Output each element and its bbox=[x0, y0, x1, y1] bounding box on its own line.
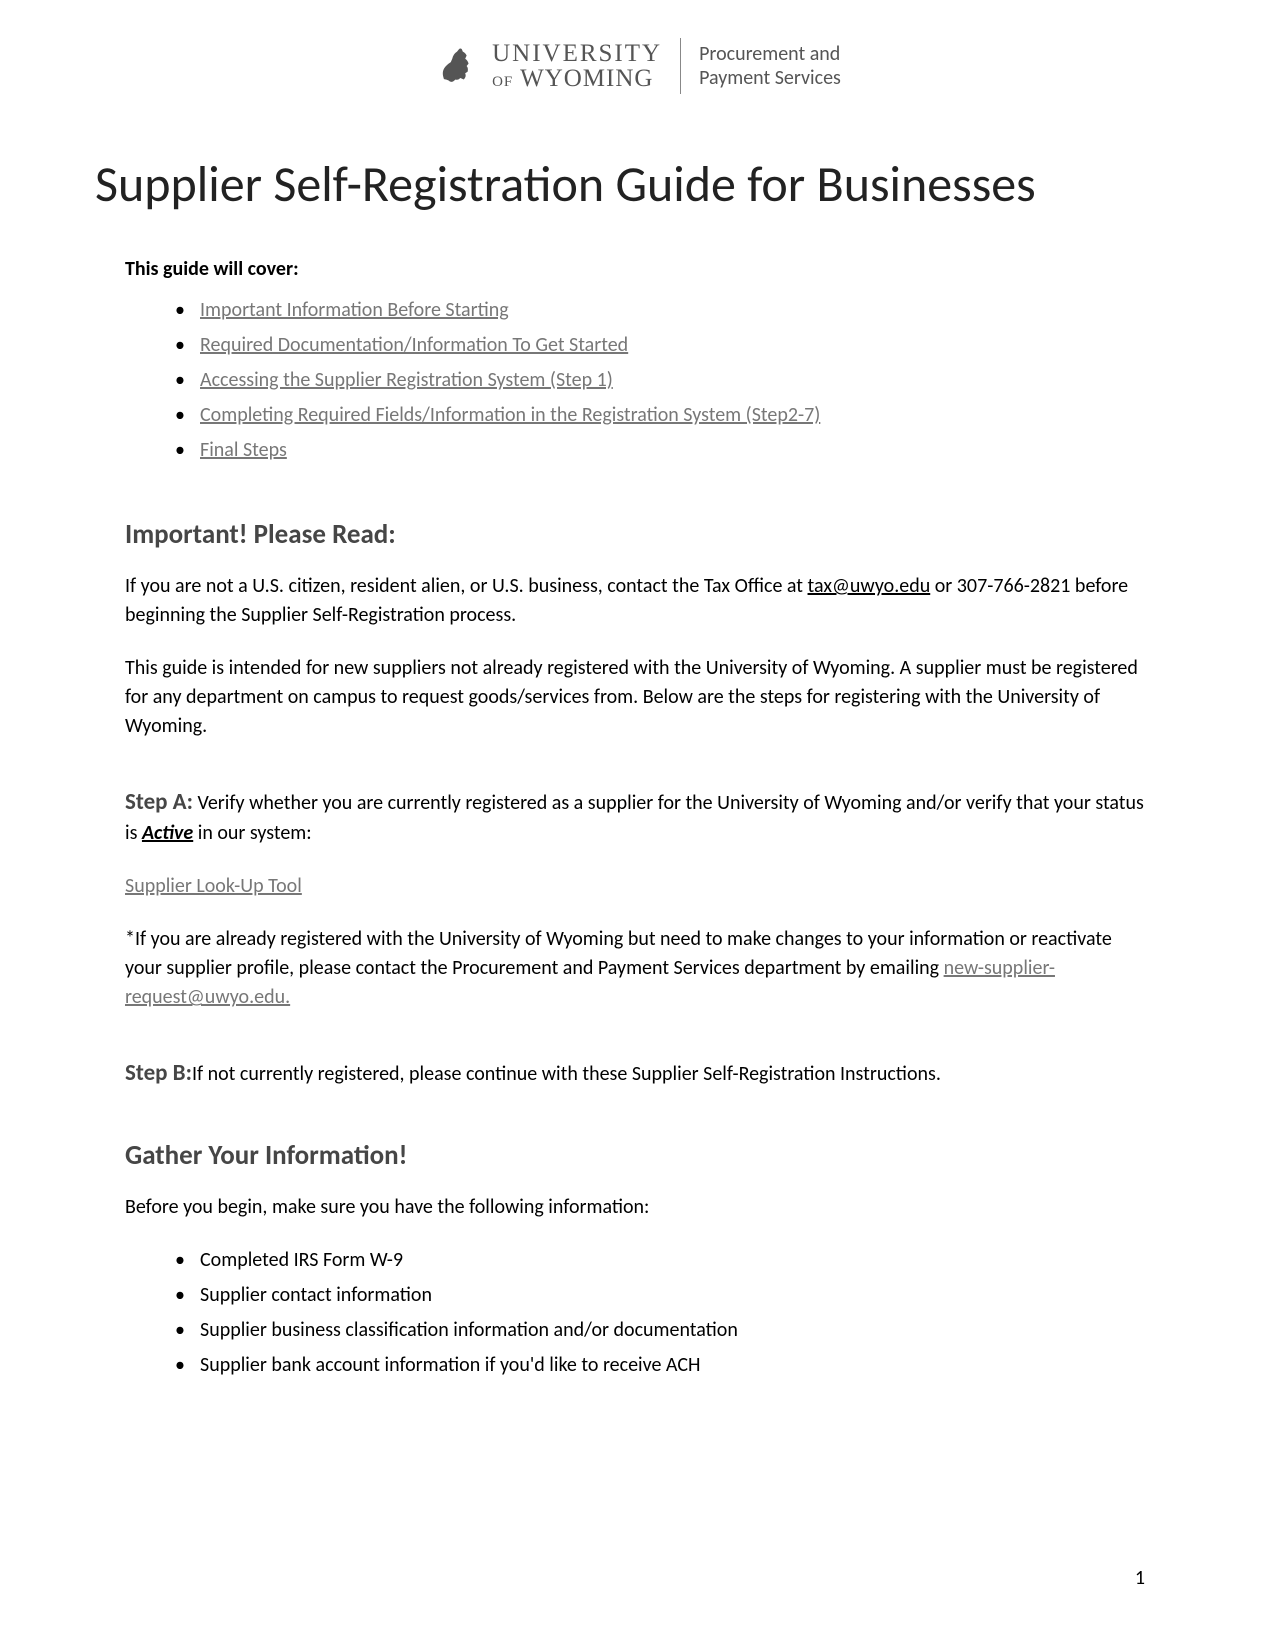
toc-link[interactable]: Important Information Before Starting bbox=[200, 298, 509, 322]
university-name-bottom: OF WYOMING bbox=[492, 66, 662, 91]
toc-link[interactable]: Final Steps bbox=[200, 438, 287, 462]
step-a-note: *If you are already registered with the … bbox=[125, 925, 1150, 1012]
bucking-horse-icon bbox=[434, 42, 482, 90]
step-a-paragraph: Step A: Verify whether you are currently… bbox=[125, 786, 1150, 848]
list-item: Completed IRS Form W-9 bbox=[175, 1246, 1150, 1275]
active-emphasis: Active bbox=[142, 821, 193, 845]
table-of-contents: Important Information Before Starting Re… bbox=[175, 296, 1150, 465]
tax-email-link[interactable]: tax@uwyo.edu bbox=[808, 574, 931, 598]
toc-link[interactable]: Completing Required Fields/Information i… bbox=[200, 403, 820, 427]
toc-item: Important Information Before Starting bbox=[175, 296, 1150, 325]
supplier-lookup-link[interactable]: Supplier Look-Up Tool bbox=[125, 874, 302, 898]
toc-item: Completing Required Fields/Information i… bbox=[175, 401, 1150, 430]
page-number: 1 bbox=[1135, 1566, 1145, 1590]
important-paragraph-1: If you are not a U.S. citizen, resident … bbox=[125, 572, 1150, 630]
document-header: UNIVERSITY OF WYOMING Procurement and Pa… bbox=[125, 38, 1150, 94]
cover-label: This guide will cover: bbox=[125, 255, 1150, 284]
toc-item: Required Documentation/Information To Ge… bbox=[175, 331, 1150, 360]
university-logo: UNIVERSITY OF WYOMING bbox=[434, 41, 662, 91]
list-item: Supplier business classification informa… bbox=[175, 1316, 1150, 1345]
gather-info-list: Completed IRS Form W-9 Supplier contact … bbox=[175, 1246, 1150, 1380]
toc-item: Final Steps bbox=[175, 436, 1150, 465]
gather-intro: Before you begin, make sure you have the… bbox=[125, 1193, 1150, 1222]
header-divider bbox=[680, 38, 681, 94]
supplier-lookup-line: Supplier Look-Up Tool bbox=[125, 872, 1150, 901]
toc-link[interactable]: Accessing the Supplier Registration Syst… bbox=[200, 368, 613, 392]
toc-link[interactable]: Required Documentation/Information To Ge… bbox=[200, 333, 628, 357]
important-paragraph-2: This guide is intended for new suppliers… bbox=[125, 654, 1150, 741]
list-item: Supplier bank account information if you… bbox=[175, 1351, 1150, 1380]
department-name: Procurement and Payment Services bbox=[699, 42, 841, 90]
university-name-top: UNIVERSITY bbox=[492, 41, 662, 66]
step-b-label: Step B: bbox=[125, 1059, 192, 1087]
list-item: Supplier contact information bbox=[175, 1281, 1150, 1310]
toc-item: Accessing the Supplier Registration Syst… bbox=[175, 366, 1150, 395]
step-b-paragraph: Step B:If not currently registered, plea… bbox=[125, 1057, 1150, 1090]
page-title: Supplier Self-Registration Guide for Bus… bbox=[95, 154, 1150, 215]
gather-heading: Gather Your Information! bbox=[125, 1136, 1150, 1175]
step-a-label: Step A: bbox=[125, 788, 193, 816]
important-heading: Important! Please Read: bbox=[125, 515, 1150, 554]
